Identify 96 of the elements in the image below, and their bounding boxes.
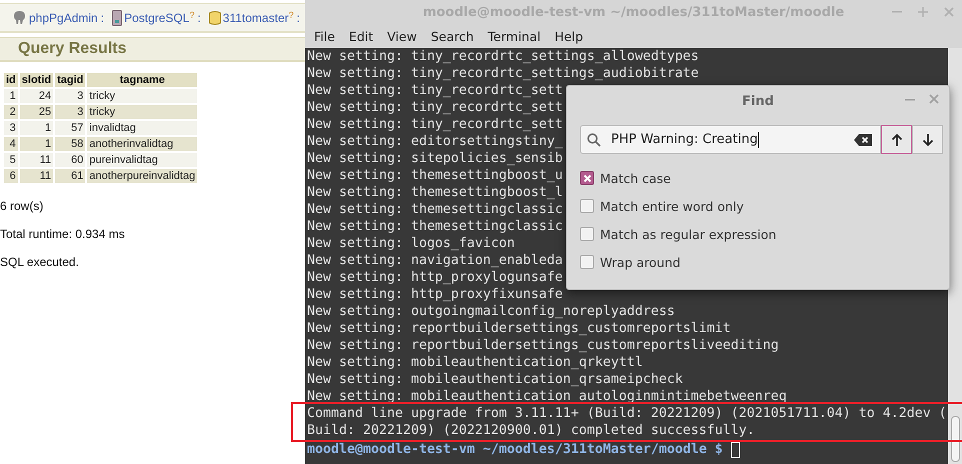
terminal-line: New setting: tiny_recordrtc_sett (307, 82, 563, 99)
table-cell: 25 (20, 105, 54, 119)
prompt-user-host: moodle@moodle-test-vm (307, 441, 475, 458)
terminal-line: New setting: outgoingmailconfig_noreplyaddress (307, 303, 675, 320)
terminal-line: New setting: tiny_recordrtc_settings_audiobitrate (307, 65, 699, 82)
table-cell: 58 (55, 137, 86, 151)
menu-item[interactable]: Help (548, 28, 590, 44)
table-cell: 61 (55, 169, 86, 183)
terminal-line: New setting: themesettingclassic (307, 218, 563, 235)
column-header: tagid (55, 73, 86, 87)
table-cell: pureinvalidtag (87, 153, 198, 167)
status-message: 6 row(s) (0, 199, 44, 214)
menu-item[interactable]: Terminal (480, 28, 548, 44)
status-message: Total runtime: 0.934 ms (0, 227, 126, 242)
search-icon (587, 132, 601, 146)
previous-button[interactable] (881, 125, 912, 154)
terminal-line: New setting: mobileauthentication_autologinmintimebetweenreq (307, 388, 787, 405)
checkbox-label[interactable]: Match as regular expression (600, 226, 776, 242)
column-header: slotid (20, 73, 54, 87)
table-cell: 4 (4, 137, 18, 151)
checkbox[interactable] (580, 255, 594, 269)
table-cell: 3 (4, 121, 18, 135)
table-cell: tricky (87, 89, 198, 103)
table-cell: tricky (87, 105, 198, 119)
table-cell: 1 (4, 89, 18, 103)
menu-item[interactable]: Edit (342, 28, 380, 44)
section-title: Query Results (18, 40, 126, 58)
terminal-line: New setting: tiny_recordrtc_settings_allowedtypes (307, 48, 699, 65)
terminal-line: New setting: mobileauthentication_qrsameipcheck (307, 371, 683, 388)
terminal-line: Build: 20221209) (2022120900.01) completed successfully. (307, 422, 755, 439)
terminal-line: New setting: editorsettingstiny_ (307, 133, 563, 150)
arrow-down-icon (922, 132, 934, 146)
breadcrumb-link[interactable]: 311tomaster (222, 10, 289, 24)
terminal-line: Command line upgrade from 3.11.11+ (Build: 20221209) (2021051711.04) to 4.2dev ( (307, 405, 947, 422)
table-cell: anotherpureinvalidtag (87, 169, 198, 183)
checkbox-label[interactable]: Match case (600, 170, 671, 186)
terminal-line: New setting: themesettingclassic (307, 201, 563, 218)
table-cell: invalidtag (87, 121, 198, 135)
scrollbar-thumb[interactable] (951, 416, 960, 462)
status-message: SQL executed. (0, 255, 80, 270)
terminal-line: New setting: reportbuildersettings_customreportsliveediting (307, 337, 779, 354)
table-cell: 3 (55, 105, 86, 119)
terminal-line: New setting: tiny_recordrtc_sett (307, 99, 563, 116)
separator: : (197, 10, 201, 24)
maximize-icon[interactable] (918, 7, 928, 17)
table-cell: 3 (55, 89, 86, 103)
database-icon (208, 10, 221, 26)
terminal-line: New setting: navigation_enableda (307, 252, 563, 269)
table-cell: 5 (4, 153, 18, 167)
checkbox[interactable] (580, 171, 594, 185)
terminal-line: New setting: themesettingboost_u (307, 167, 563, 184)
terminal-line: New setting: logos_favicon (307, 235, 515, 252)
text-cursor (758, 132, 759, 148)
scrollbar[interactable] (948, 48, 962, 464)
server-icon (112, 10, 122, 26)
terminal-line: New setting: tiny_recordrtc_sett (307, 116, 563, 133)
terminal-line: New setting: http_proxylogunsafe (307, 269, 563, 286)
menu-item[interactable]: File (307, 28, 342, 44)
breadcrumb-link[interactable]: PostgreSQL (124, 10, 190, 24)
separator: : (100, 10, 104, 24)
table-cell: 1 (20, 137, 54, 151)
checkbox-label[interactable]: Match entire word only (600, 198, 744, 214)
prompt-path: ~/moodles/311toMaster/moodle $ (482, 441, 723, 458)
table-cell: 11 (20, 153, 54, 167)
terminal-line: New setting: reportbuildersettings_customreportslimit (307, 320, 731, 337)
search-field[interactable]: PHP Warning: Creating (580, 125, 881, 154)
checkbox-label[interactable]: Wrap around (600, 254, 680, 270)
menu-item[interactable]: View (380, 28, 424, 44)
search-text: PHP Warning: Creating (611, 132, 758, 147)
table-cell: 6 (4, 169, 18, 183)
terminal-line: New setting: http_proxyfixunsafe (307, 286, 563, 303)
elephant-icon (12, 10, 27, 25)
table-cell: 60 (55, 153, 86, 167)
column-header: id (4, 73, 18, 87)
separator: : (296, 10, 300, 24)
table-cell: 11 (20, 169, 54, 183)
arrow-up-icon (890, 132, 902, 146)
clear-icon[interactable] (854, 134, 872, 146)
column-header: tagname (87, 73, 198, 87)
terminal-line: New setting: mobileauthentication_qrkeyttl (307, 354, 643, 371)
breadcrumb-link[interactable]: phpPgAdmin (29, 10, 98, 24)
table-cell: anotherinvalidtag (87, 137, 198, 151)
menu-item[interactable]: Search (424, 28, 481, 44)
dialog-title: Find (742, 94, 774, 108)
next-button[interactable] (912, 125, 943, 154)
table-cell: 57 (55, 121, 86, 135)
checkbox[interactable] (580, 227, 594, 241)
table-cell: 24 (20, 89, 54, 103)
table-cell: 1 (20, 121, 54, 135)
checkbox[interactable] (580, 199, 594, 213)
terminal-line: New setting: sitepolicies_sensib (307, 150, 563, 167)
table-cell: 2 (4, 105, 18, 119)
close-icon[interactable] (929, 94, 939, 104)
close-icon[interactable] (944, 7, 954, 17)
terminal-line: New setting: themesettingboost_l (307, 184, 563, 201)
text-cursor (730, 442, 740, 458)
